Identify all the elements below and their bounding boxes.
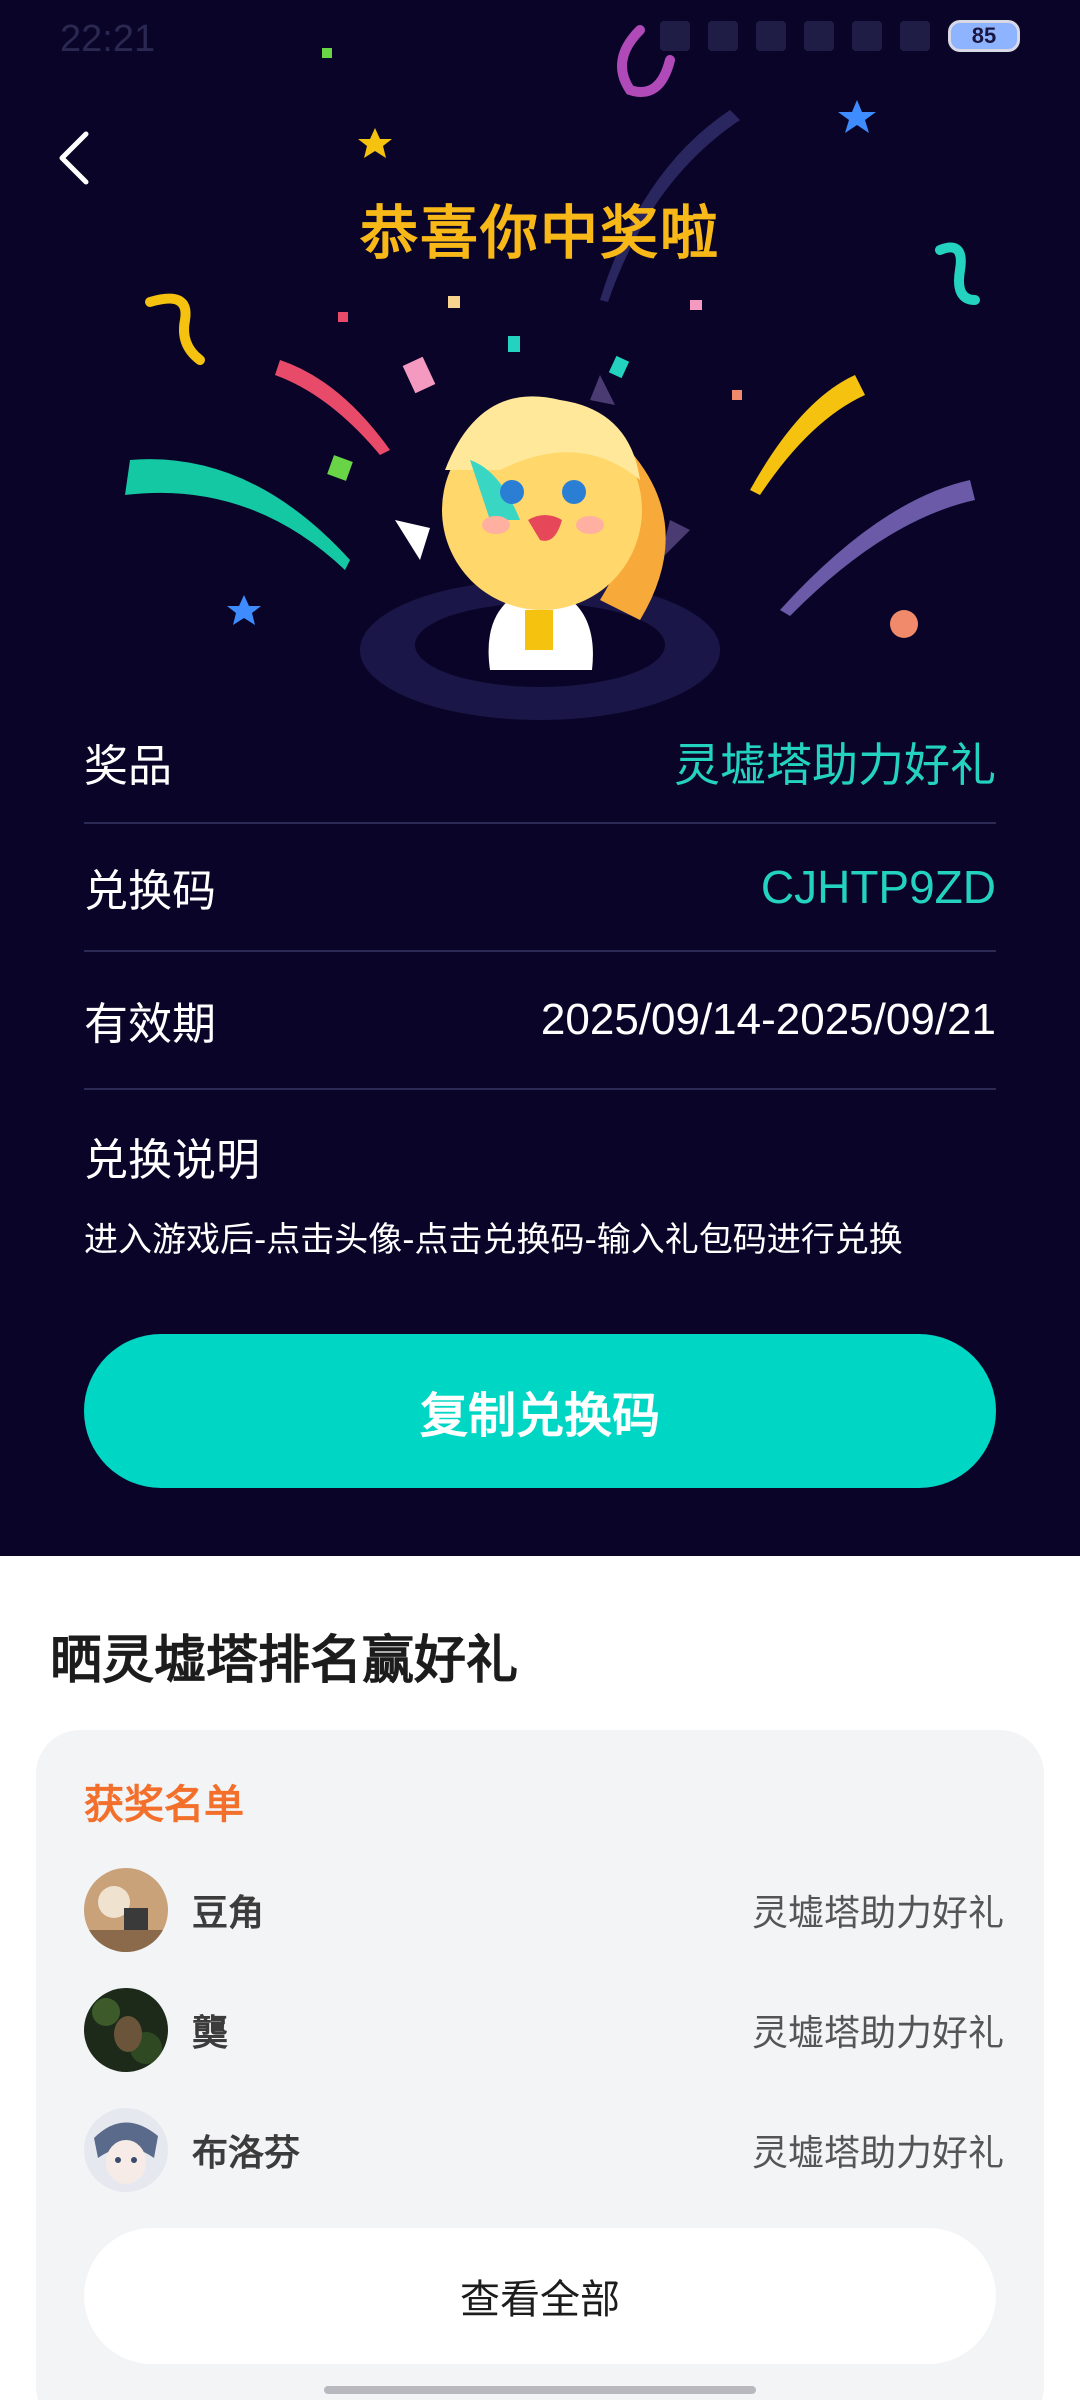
redeem-code[interactable]: CJHTP9ZD [761,860,996,914]
view-all-button[interactable]: 查看全部 [84,2228,996,2364]
avatar [84,1868,168,1952]
code-row: 兑换码 CJHTP9ZD [84,824,996,952]
validity-label: 有效期 [84,999,216,1050]
instruction-title: 兑换说明 [84,1135,260,1186]
signal-icon [852,21,882,51]
status-time: 22:21 [60,18,156,60]
winners-title: 获奖名单 [84,1782,244,1828]
home-indicator[interactable] [324,2386,756,2394]
avatar [84,1988,168,2072]
prize-panel: 22:21 85 恭喜你中奖啦 奖品 灵墟塔助力好礼 兑换码 CJHTP9ZD … [0,0,1080,1556]
avatar [84,2108,168,2192]
promo-title: 晒灵墟塔排名赢好礼 [50,1631,519,1691]
mail-icon [708,21,738,51]
prize-value: 灵墟塔助力好礼 [674,739,996,791]
notification-icon [660,21,690,51]
battery-icon: 85 [948,20,1020,52]
validity-value: 2025/09/14-2025/09/21 [540,995,996,1044]
winner-name: 龑 [192,2013,229,2054]
winner-prize: 灵墟塔助力好礼 [751,1893,1004,1934]
status-bar: 22:21 85 [0,0,1080,84]
wifi-icon [900,21,930,51]
winner-prize: 灵墟塔助力好礼 [751,2133,1004,2174]
winners-card: 获奖名单 豆角 灵墟塔助力好礼 龑 灵墟塔助力好礼 布洛芬 灵墟塔助力好礼 查看… [36,1730,1044,2400]
list-item: 龑 灵墟塔助力好礼 [84,1988,1004,2072]
prize-row: 奖品 灵墟塔助力好礼 [84,702,996,824]
sim-icon [804,21,834,51]
code-label: 兑换码 [84,866,216,917]
back-button[interactable] [44,128,104,188]
winner-name: 布洛芬 [192,2133,301,2174]
celebration-illustration [125,25,980,720]
copy-code-button[interactable]: 复制兑换码 [84,1334,996,1488]
winner-name: 豆角 [192,1893,265,1934]
prize-label: 奖品 [84,741,172,792]
status-icons: 85 [660,20,1020,52]
page-title: 恭喜你中奖啦 [359,199,720,267]
instruction-text: 进入游戏后-点击头像-点击兑换码-输入礼包码进行兑换 [84,1220,903,1260]
mute-icon [756,21,786,51]
list-item: 布洛芬 灵墟塔助力好礼 [84,2108,1004,2192]
winner-prize: 灵墟塔助力好礼 [751,2013,1004,2054]
validity-row: 有效期 2025/09/14-2025/09/21 [84,952,996,1090]
list-item: 豆角 灵墟塔助力好礼 [84,1868,1004,1952]
chevron-left-icon [59,131,89,185]
